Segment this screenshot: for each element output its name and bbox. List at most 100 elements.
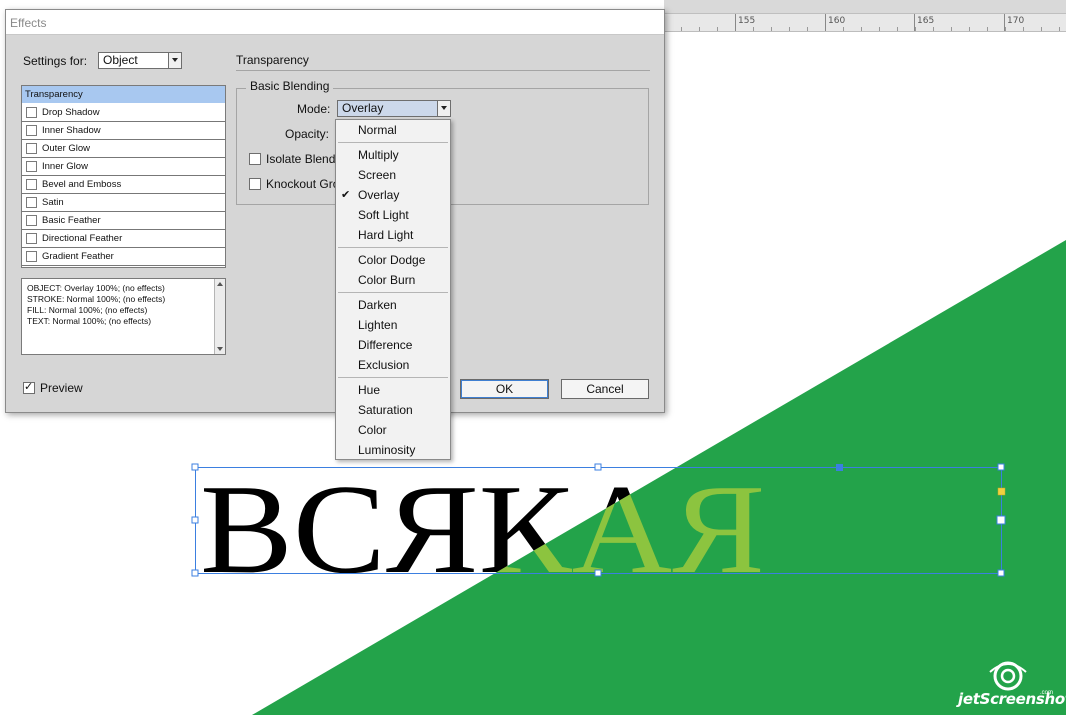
effect-item-label: Inner Shadow [42, 125, 101, 136]
menu-item-label: Overlay [358, 188, 400, 202]
summary-scrollbar[interactable] [214, 279, 225, 354]
effect-item-gradient-feather[interactable]: Gradient Feather [22, 248, 225, 266]
effect-item-outer-glow[interactable]: Outer Glow [22, 140, 225, 158]
effect-item-label: Drop Shadow [42, 107, 100, 118]
handle-bottom-left [191, 569, 199, 577]
menu-item-label: Luminosity [358, 443, 416, 457]
settings-for-value: Object [103, 53, 138, 67]
handle-bottom-right [997, 569, 1005, 577]
preview-checkbox[interactable] [23, 380, 35, 394]
effect-item-inner-shadow[interactable]: Inner Shadow [22, 122, 225, 140]
effect-item-label: Directional Feather [42, 233, 123, 244]
menu-item-lighten[interactable]: Lighten [336, 315, 450, 335]
effect-checkbox[interactable] [26, 233, 37, 244]
menu-item-label: Exclusion [358, 358, 410, 372]
menu-item-overlay[interactable]: ✔ Overlay [336, 185, 450, 205]
effect-checkbox[interactable] [26, 107, 37, 118]
effect-item-directional-feather[interactable]: Directional Feather [22, 230, 225, 248]
effect-item-basic-feather[interactable]: Basic Feather [22, 212, 225, 230]
scroll-up-arrow-icon[interactable] [217, 282, 223, 286]
handle-top-right [997, 463, 1005, 471]
menu-item-label: Soft Light [358, 208, 409, 222]
scroll-down-arrow-icon[interactable] [217, 347, 223, 351]
menu-item-color[interactable]: Color [336, 420, 450, 440]
menu-separator [338, 377, 448, 378]
effect-checkbox[interactable] [26, 161, 37, 172]
effect-checkbox[interactable] [26, 179, 37, 190]
menu-item-label: Multiply [358, 148, 399, 162]
menu-item-label: Lighten [358, 318, 398, 332]
menu-item-color-dodge[interactable]: Color Dodge [336, 250, 450, 270]
handle-top-center [594, 463, 602, 471]
menu-item-saturation[interactable]: Saturation [336, 400, 450, 420]
menu-item-label: Darken [358, 298, 397, 312]
summary-line: OBJECT: Overlay 100%; (no effects) [27, 283, 165, 293]
menu-item-soft-light[interactable]: Soft Light [336, 205, 450, 225]
menu-item-hue[interactable]: Hue [336, 380, 450, 400]
menu-separator [338, 292, 448, 293]
effect-item-label: Gradient Feather [42, 251, 114, 262]
effect-item-drop-shadow[interactable]: Drop Shadow [22, 104, 225, 122]
effect-item-bevel-and-emboss[interactable]: Bevel and Emboss [22, 176, 225, 194]
in-port-handle [836, 464, 843, 471]
handle-middle-left [191, 516, 199, 524]
menu-item-label: Hard Light [358, 228, 414, 242]
effects-summary: OBJECT: Overlay 100%; (no effects) STROKE… [21, 278, 226, 355]
summary-line: FILL: Normal 100%; (no effects) [27, 305, 148, 315]
menu-item-screen[interactable]: Screen [336, 165, 450, 185]
effects-list[interactable]: Transparency Drop Shadow Inner Shadow Outer… [21, 85, 226, 268]
effect-checkbox[interactable] [26, 125, 37, 136]
settings-for-label: Settings for: [23, 54, 88, 68]
knockout-group-checkbox[interactable] [249, 178, 261, 190]
ok-button[interactable]: OK [460, 379, 549, 399]
menu-item-label: Normal [358, 123, 397, 137]
mode-label: Mode: [297, 102, 331, 116]
chevron-down-icon [437, 101, 450, 116]
preview-label: Preview [40, 381, 83, 395]
summary-line: STROKE: Normal 100%; (no effects) [27, 294, 166, 304]
handle-bottom-center [594, 569, 602, 577]
effect-item-satin[interactable]: Satin [22, 194, 225, 212]
effect-checkbox[interactable] [26, 251, 37, 262]
effect-item-label: Bevel and Emboss [42, 179, 122, 190]
menu-item-darken[interactable]: Darken [336, 295, 450, 315]
menu-item-color-burn[interactable]: Color Burn [336, 270, 450, 290]
effect-checkbox[interactable] [26, 215, 37, 226]
blend-mode-menu[interactable]: Normal Multiply Screen ✔ Overlay Soft Light Ha… [335, 119, 451, 460]
menu-item-hard-light[interactable]: Hard Light [336, 225, 450, 245]
menu-separator [338, 142, 448, 143]
menu-separator [338, 247, 448, 248]
menu-item-label: Saturation [358, 403, 413, 417]
effect-checkbox[interactable] [26, 197, 37, 208]
mode-value: Overlay [342, 101, 384, 115]
settings-for-select[interactable]: Object [98, 52, 182, 69]
summary-line: TEXT: Normal 100%; (no effects) [27, 316, 152, 326]
dialog-title[interactable]: Effects [6, 10, 664, 35]
effect-item-label: Satin [42, 197, 64, 208]
effect-item-label: Outer Glow [42, 143, 91, 154]
watermark-suffix: .com [1040, 690, 1054, 696]
checkmark-icon: ✔ [341, 188, 351, 201]
effect-item-label: Inner Glow [42, 161, 88, 172]
section-title: Transparency [236, 53, 309, 67]
cancel-button[interactable]: Cancel [561, 379, 649, 399]
effect-item-inner-glow[interactable]: Inner Glow [22, 158, 225, 176]
opacity-label: Opacity: [285, 127, 330, 141]
menu-item-multiply[interactable]: Multiply [336, 145, 450, 165]
isolate-blending-checkbox[interactable] [249, 153, 261, 165]
menu-item-label: Difference [358, 338, 413, 352]
effect-checkbox[interactable] [26, 143, 37, 154]
handle-top-left [191, 463, 199, 471]
chevron-down-icon [168, 53, 181, 68]
menu-item-difference[interactable]: Difference [336, 335, 450, 355]
mode-select[interactable]: Overlay [337, 100, 451, 117]
effect-item-label: Transparency [25, 89, 83, 100]
menu-item-label: Screen [358, 168, 397, 182]
menu-item-luminosity[interactable]: Luminosity [336, 440, 450, 460]
effect-item-label: Basic Feather [42, 215, 101, 226]
effect-item-transparency[interactable]: Transparency [22, 86, 225, 104]
handle-middle-right [996, 515, 1006, 525]
menu-item-normal[interactable]: Normal [336, 120, 450, 140]
section-divider [236, 70, 650, 71]
menu-item-exclusion[interactable]: Exclusion [336, 355, 450, 375]
